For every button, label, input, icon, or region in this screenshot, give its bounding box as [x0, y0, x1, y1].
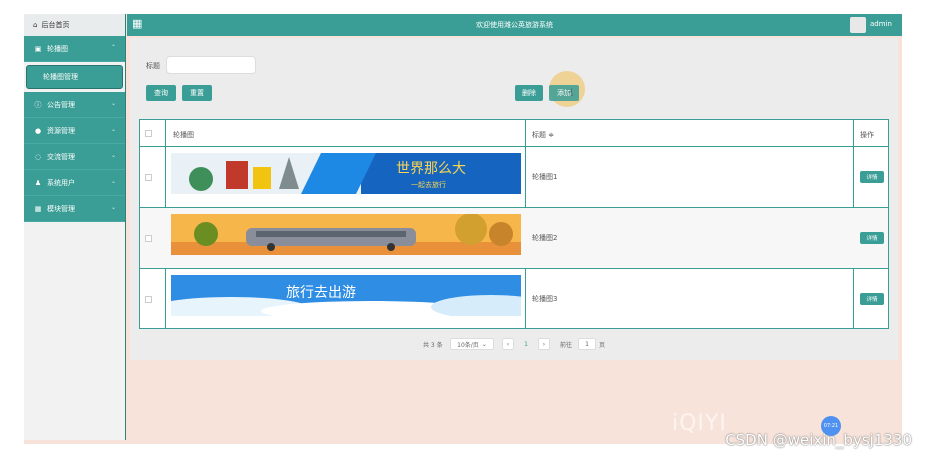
detail-button[interactable]: 详情: [860, 171, 884, 183]
chevron-down-icon: ⌄: [481, 340, 487, 348]
sidebar-item-modules[interactable]: ▦ 模块管理 ⌄: [24, 196, 125, 222]
main-content: 标题 查询 重置 删除 添加 ☝ 轮播图 标题 ≑ 操作 世界那么大 一起去旅行…: [130, 38, 898, 360]
data-table: 轮播图 标题 ≑ 操作 世界那么大 一起去旅行 轮播图1 详情 轮播图2 详情 …: [139, 119, 889, 329]
image-icon: ▣: [34, 44, 42, 53]
chevron-down-icon: ⌄: [110, 204, 116, 211]
goto-label: 前往: [560, 341, 573, 349]
submenu: 轮播图管理: [24, 62, 125, 92]
pin-icon: ●: [34, 126, 42, 135]
sidebar-item-notice[interactable]: ⓘ 公告管理 ⌄: [24, 92, 125, 118]
pager-total: 共 3 条: [423, 341, 443, 349]
table-row[interactable]: 旅行去出游 轮播图3 详情: [140, 269, 888, 328]
chevron-down-icon: ⌄: [110, 126, 116, 133]
page-unit-label: 页: [599, 341, 606, 349]
sidebar-home[interactable]: ⌂ 后台首页: [24, 14, 125, 36]
header-title[interactable]: 标题 ≑: [532, 130, 554, 140]
sidebar-item-resource[interactable]: ● 资源管理 ⌄: [24, 118, 125, 144]
sidebar-item-label: 系统用户: [47, 178, 75, 187]
prev-page-button[interactable]: ‹: [502, 338, 514, 350]
row-checkbox[interactable]: [145, 296, 152, 303]
search-label: 标题: [146, 62, 160, 70]
sidebar-item-label: 轮播图: [47, 44, 68, 53]
add-button[interactable]: 添加: [549, 85, 579, 101]
header-banner: 轮播图: [173, 131, 194, 139]
sidebar-home-label: 后台首页: [41, 21, 70, 29]
pagination: 共 3 条 10条/页 ⌄ ‹ 1 › 前往 1 页: [130, 335, 898, 353]
chevron-down-icon: ⌄: [110, 178, 116, 185]
header-ops: 操作: [860, 131, 874, 139]
csdn-watermark: CSDN @weixin_bysj1330: [725, 431, 912, 449]
banner-image: [171, 214, 521, 255]
banner-text: 旅行去出游: [286, 285, 356, 301]
sidebar: ⌂ 后台首页 ▣ 轮播图 ⌃ 轮播图管理 ⓘ 公告管理 ⌄ ● 资源管理 ⌄ ◌…: [24, 14, 126, 440]
table-row[interactable]: 轮播图2 详情: [140, 208, 888, 269]
row-checkbox[interactable]: [145, 235, 152, 242]
query-button[interactable]: 查询: [146, 85, 176, 101]
sidebar-item-label: 公告管理: [47, 100, 75, 109]
page-size-label: 10条/页: [457, 341, 479, 349]
sidebar-item-label: 资源管理: [47, 126, 75, 135]
video-logo: iQIYI: [672, 411, 727, 436]
top-bar: ▦ 欢迎使用潍公英旅游系统 admin: [127, 14, 902, 36]
table-row[interactable]: 世界那么大 一起去旅行 轮播图1 详情: [140, 147, 888, 208]
sidebar-item-carousel[interactable]: ▣ 轮播图 ⌃: [24, 36, 125, 62]
select-all-checkbox[interactable]: [145, 130, 152, 137]
table-header: 轮播图 标题 ≑ 操作: [140, 120, 888, 147]
avatar[interactable]: [850, 17, 866, 33]
sidebar-item-users[interactable]: ♟ 系统用户 ⌄: [24, 170, 125, 196]
sidebar-subitem-carousel-manage[interactable]: 轮播图管理: [26, 65, 123, 89]
banner-image: 世界那么大 一起去旅行: [171, 153, 521, 194]
row-title: 轮播图3: [532, 295, 558, 303]
chat-icon: ◌: [34, 152, 42, 161]
reset-button[interactable]: 重置: [182, 85, 212, 101]
row-title: 轮播图2: [532, 234, 558, 242]
page-number-current[interactable]: 1: [520, 338, 532, 350]
app-title: 欢迎使用潍公英旅游系统: [476, 21, 553, 29]
sidebar-item-exchange[interactable]: ◌ 交流管理 ⌄: [24, 144, 125, 170]
sidebar-item-label: 交流管理: [47, 152, 75, 161]
cursor-icon: ☝: [567, 88, 574, 99]
goto-page-input[interactable]: 1: [578, 338, 596, 350]
chevron-down-icon: ⌄: [110, 100, 116, 107]
search-input[interactable]: [166, 56, 256, 74]
page-size-select[interactable]: 10条/页 ⌄: [450, 338, 494, 350]
banner-text: 世界那么大: [396, 161, 466, 177]
row-title: 轮播图1: [532, 173, 558, 181]
banner-image: 旅行去出游: [171, 275, 521, 316]
next-page-button[interactable]: ›: [538, 338, 550, 350]
user-icon: ♟: [34, 178, 42, 187]
banner-subtext: 一起去旅行: [411, 180, 446, 189]
home-icon: ⌂: [33, 21, 38, 29]
username[interactable]: admin: [870, 20, 892, 28]
sidebar-menu: ▣ 轮播图 ⌃ 轮播图管理 ⓘ 公告管理 ⌄ ● 资源管理 ⌄ ◌ 交流管理 ⌄…: [24, 36, 125, 222]
submenu-label: 轮播图管理: [43, 73, 78, 81]
chevron-down-icon: ⌄: [110, 152, 116, 159]
sidebar-item-label: 模块管理: [47, 204, 75, 213]
delete-button[interactable]: 删除: [515, 85, 543, 101]
chevron-up-icon: ⌃: [110, 44, 116, 51]
grid-icon: ▦: [34, 204, 42, 213]
detail-button[interactable]: 详情: [860, 232, 884, 244]
row-checkbox[interactable]: [145, 174, 152, 181]
info-icon: ⓘ: [34, 100, 42, 109]
detail-button[interactable]: 详情: [860, 293, 884, 305]
